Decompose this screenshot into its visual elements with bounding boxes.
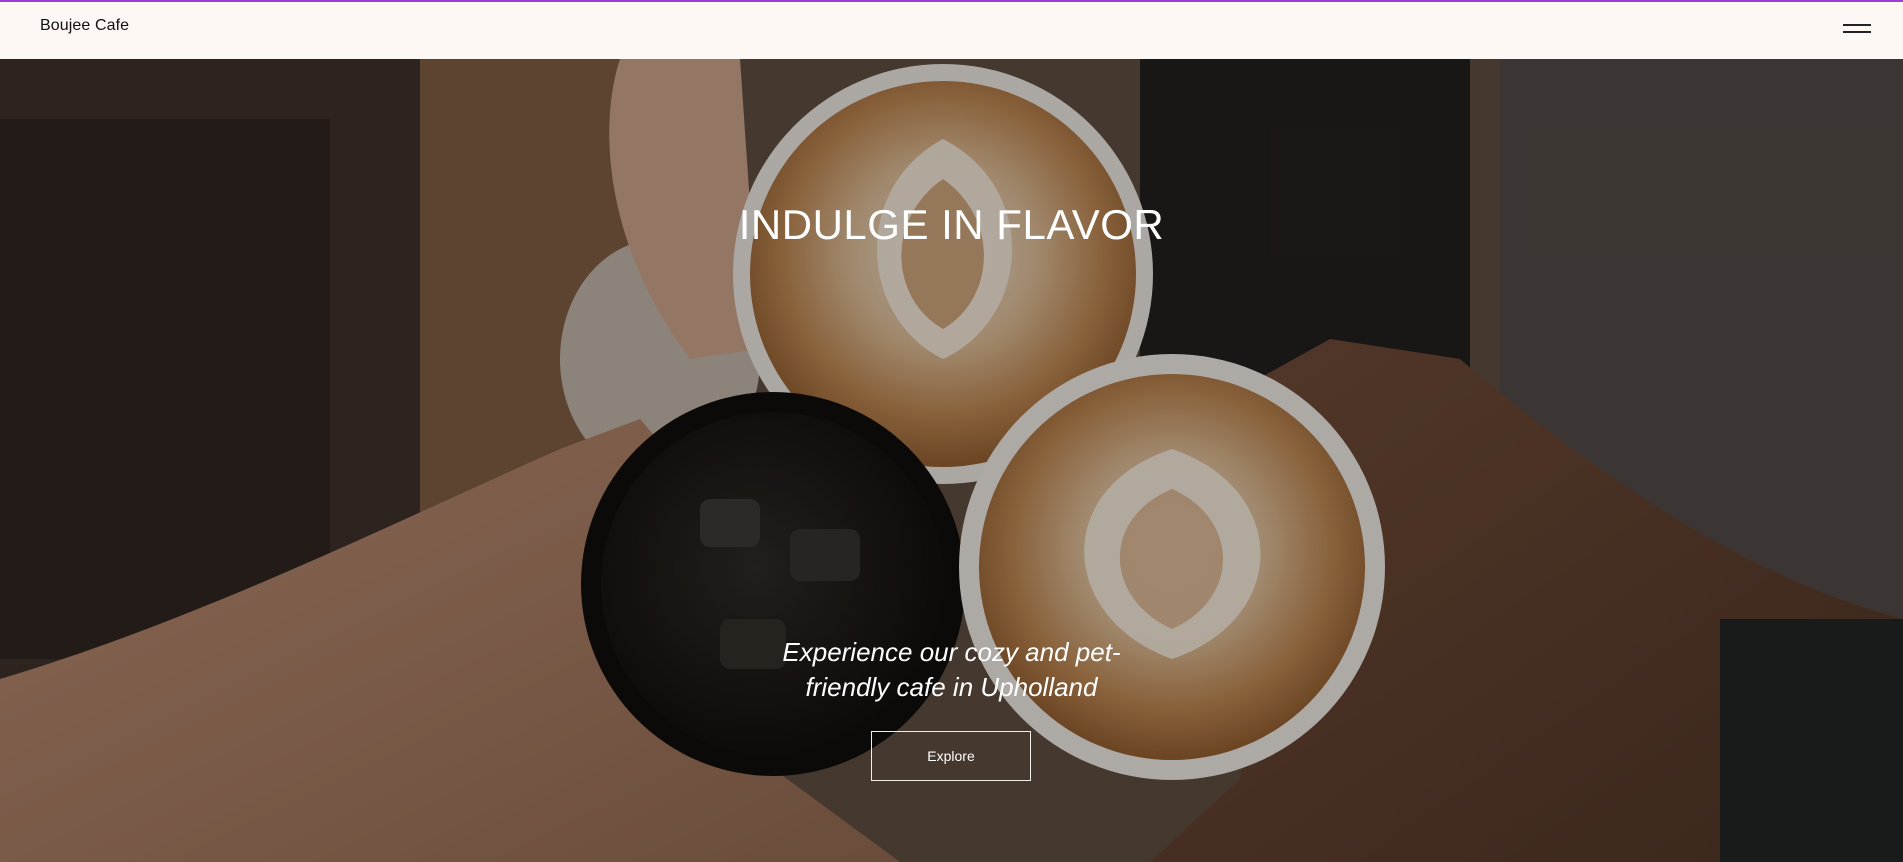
- page: Boujee Cafe INDULGE IN FLAVOR Experience…: [0, 0, 1903, 862]
- brand-logo[interactable]: Boujee Cafe: [40, 17, 129, 35]
- hero-section: INDULGE IN FLAVOR Experience our cozy an…: [0, 59, 1903, 862]
- hamburger-menu-icon[interactable]: [1837, 19, 1877, 39]
- site-header: Boujee Cafe: [0, 0, 1903, 59]
- explore-button[interactable]: Explore: [871, 731, 1031, 781]
- menu-bar-bottom: [1843, 31, 1871, 33]
- top-accent-line: [0, 0, 1903, 2]
- hero-subtitle: Experience our cozy and pet-friendly caf…: [782, 637, 1121, 702]
- hero-title: INDULGE IN FLAVOR: [738, 201, 1165, 248]
- menu-bar-top: [1843, 24, 1871, 26]
